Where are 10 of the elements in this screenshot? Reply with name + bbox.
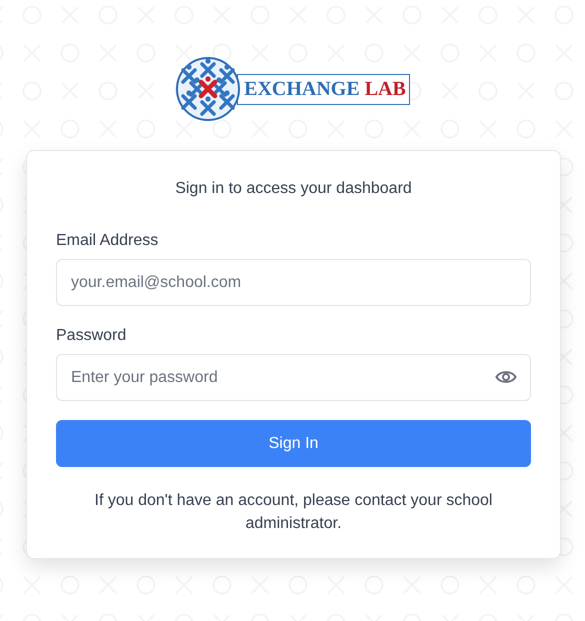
field-label: Email Address	[56, 232, 160, 250]
logo-wordmark: EXCHANGE LAB	[237, 74, 410, 104]
email-field[interactable]: your.email@school.com	[56, 259, 531, 306]
field-label: Password	[56, 327, 128, 345]
sign-in-button[interactable]: Sign In	[56, 420, 531, 467]
eye-icon[interactable]	[495, 369, 517, 385]
info-text: If you don't have an account, please contact your school administrator.	[94, 491, 494, 534]
globe-icon	[175, 56, 242, 122]
password-field[interactable]: Enter your password	[56, 354, 531, 401]
subtitle: Sign in to access your dashboard	[174, 180, 413, 198]
